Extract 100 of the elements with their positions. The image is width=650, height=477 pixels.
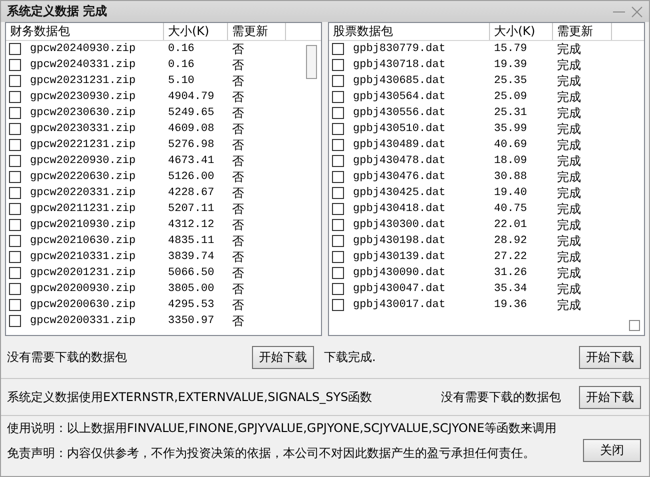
file-size: 4295.53 [167, 298, 216, 312]
checkbox[interactable] [9, 283, 21, 295]
update-status: 完成 [556, 202, 582, 216]
column-header[interactable]: 大小(K) [164, 23, 228, 40]
file-name: gpbj430685.dat [352, 74, 446, 88]
file-name: gpcw20230331.zip [29, 122, 137, 136]
checkbox[interactable] [9, 155, 21, 167]
file-name: gpcw20211231.zip [29, 202, 137, 216]
checkbox[interactable] [332, 123, 344, 135]
checkbox[interactable] [9, 59, 21, 71]
checkbox[interactable] [9, 123, 21, 135]
file-name: gpbj430047.dat [352, 282, 446, 296]
file-name: gpcw20200930.zip [29, 282, 137, 296]
file-size: 0.16 [167, 42, 196, 56]
file-size: 3839.74 [167, 250, 216, 264]
file-name: gpcw20201231.zip [29, 266, 137, 280]
checkbox[interactable] [9, 251, 21, 263]
checkbox[interactable] [332, 299, 344, 311]
update-status: 否 [231, 218, 245, 232]
checkbox[interactable] [9, 107, 21, 119]
column-header[interactable]: 需更新 [228, 23, 286, 40]
checkbox[interactable] [332, 203, 344, 215]
checkbox[interactable] [332, 91, 344, 103]
file-size: 25.35 [493, 74, 528, 88]
checkbox[interactable] [332, 107, 344, 119]
column-header[interactable]: 需更新 [553, 23, 612, 40]
checkbox[interactable] [9, 299, 21, 311]
checkbox[interactable] [9, 139, 21, 151]
update-status: 否 [231, 234, 245, 248]
disclaimer-text: 免责声明：内容仅供参考，不作为投资决策的依据，本公司不对因此数据产生的盈亏承担任何责任。 [7, 445, 536, 462]
checkbox[interactable] [9, 315, 21, 327]
checkbox[interactable] [9, 43, 21, 55]
start-download-button[interactable]: 开始下载 [579, 346, 641, 368]
file-name: gpbj430017.dat [352, 298, 446, 312]
file-size: 25.09 [493, 90, 528, 104]
checkbox[interactable] [9, 75, 21, 87]
checkbox[interactable] [332, 235, 344, 247]
checkbox[interactable] [332, 219, 344, 231]
update-status: 否 [231, 42, 245, 56]
file-name: gpbj430139.dat [352, 250, 446, 264]
update-status: 否 [231, 58, 245, 72]
start-download-button[interactable]: 开始下载 [252, 346, 314, 368]
file-name: gpbj830779.dat [352, 42, 446, 56]
update-status: 否 [231, 202, 245, 216]
checkbox[interactable] [332, 171, 344, 183]
checkbox[interactable] [332, 187, 344, 199]
checkbox[interactable] [9, 219, 21, 231]
column-header[interactable]: 财务数据包 [6, 23, 164, 40]
status-text: 下载完成. [324, 348, 376, 366]
file-size: 28.92 [493, 234, 528, 248]
start-download-button[interactable]: 开始下载 [579, 386, 641, 408]
file-size: 40.69 [493, 138, 528, 152]
file-name: gpcw20231231.zip [29, 74, 137, 88]
checkbox[interactable] [332, 251, 344, 263]
file-size: 22.01 [493, 218, 528, 232]
checkbox[interactable] [9, 267, 21, 279]
update-status: 否 [231, 138, 245, 152]
file-name: gpbj430556.dat [352, 106, 446, 120]
file-name: gpbj430564.dat [352, 90, 446, 104]
checkbox[interactable] [9, 203, 21, 215]
update-status: 完成 [556, 282, 582, 296]
checkbox[interactable] [332, 59, 344, 71]
file-size: 4673.41 [167, 154, 216, 168]
file-name: gpcw20230930.zip [29, 90, 137, 104]
checkbox[interactable] [9, 235, 21, 247]
file-name: gpcw20230630.zip [29, 106, 137, 120]
file-size: 4312.12 [167, 218, 216, 232]
file-size: 5066.50 [167, 266, 216, 280]
checkbox[interactable] [332, 43, 344, 55]
column-header[interactable]: 股票数据包 [329, 23, 490, 40]
checkbox[interactable] [9, 91, 21, 103]
update-status: 否 [231, 186, 245, 200]
file-size: 0.16 [167, 58, 196, 72]
status-text: 没有需要下载的数据包 [441, 388, 561, 406]
column-header[interactable]: 大小(K) [490, 23, 553, 40]
file-name: gpbj430198.dat [352, 234, 446, 248]
file-name: gpcw20210331.zip [29, 250, 137, 264]
file-size: 15.79 [493, 42, 528, 56]
close-button[interactable]: 关闭 [583, 439, 641, 462]
file-name: gpcw20220630.zip [29, 170, 137, 184]
file-name: gpcw20220331.zip [29, 186, 137, 200]
checkbox[interactable] [9, 187, 21, 199]
note-text: 系统定义数据使用EXTERNSTR,EXTERNVALUE,SIGNALS_SYS函数 [7, 388, 372, 406]
checkbox[interactable] [332, 139, 344, 151]
scrollbar-thumb[interactable] [306, 45, 316, 79]
file-size: 3350.97 [167, 314, 216, 328]
file-name: gpbj430489.dat [352, 138, 446, 152]
checkbox[interactable] [332, 267, 344, 279]
file-name: gpbj430478.dat [352, 154, 446, 168]
update-status: 完成 [556, 106, 582, 120]
checkbox[interactable] [332, 283, 344, 295]
update-status: 否 [231, 122, 245, 136]
update-status: 完成 [556, 122, 582, 136]
status-text: 没有需要下载的数据包 [7, 348, 127, 366]
checkbox[interactable] [332, 155, 344, 167]
file-name: gpcw20240930.zip [29, 42, 137, 56]
checkbox[interactable] [332, 75, 344, 87]
file-size: 18.09 [493, 154, 528, 168]
checkbox[interactable] [9, 171, 21, 183]
file-name: gpbj430510.dat [352, 122, 446, 136]
